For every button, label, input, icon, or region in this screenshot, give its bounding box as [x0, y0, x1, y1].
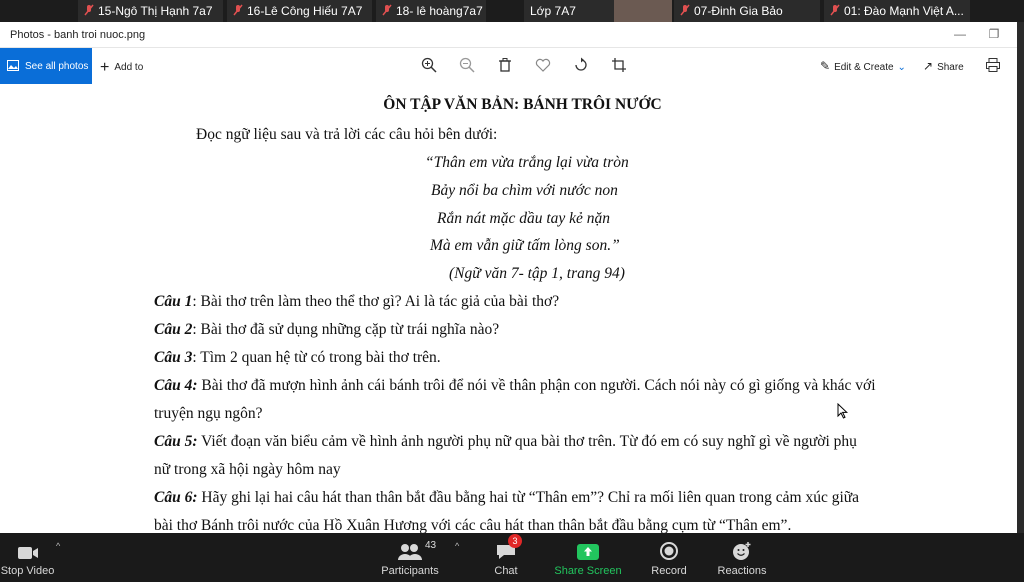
- chevron-down-icon: ⌄: [897, 62, 906, 73]
- muted-mic-icon: [680, 4, 690, 16]
- record-icon: [646, 533, 692, 561]
- muted-mic-icon: [84, 4, 94, 16]
- photos-window: Photos - banh troi nuoc.png — ❐ See all …: [0, 22, 1017, 533]
- poem-source: (Ngữ văn 7- tập 1, trang 94): [449, 265, 625, 282]
- question-label: Câu 6:: [154, 489, 198, 506]
- edit-create-button[interactable]: ✎ Edit & Create ⌄: [820, 59, 906, 73]
- share-button[interactable]: ↗ Share: [923, 59, 964, 73]
- rotate-icon[interactable]: [573, 57, 591, 75]
- question-4: Câu 4: Bài thơ đã mượn hình ảnh cái bánh…: [154, 377, 876, 395]
- question-4-continuation: truyện ngụ ngôn?: [154, 405, 263, 422]
- add-to-label: Add to: [114, 62, 144, 73]
- question-1: Câu 1: Bài thơ trên làm theo thể thơ gì?…: [154, 293, 559, 311]
- edit-create-label: Edit & Create: [834, 62, 894, 73]
- stop-video-button[interactable]: Stop Video: [0, 533, 55, 582]
- question-separator: :: [192, 293, 201, 310]
- question-text: Bài thơ trên làm theo thể thơ gì? Ai là …: [200, 293, 560, 310]
- favorite-heart-icon[interactable]: [535, 57, 553, 75]
- video-camera-icon: [0, 533, 55, 561]
- restore-button[interactable]: ❐: [984, 24, 1004, 44]
- share-screen-icon: [553, 533, 623, 561]
- poem-line: Mà em vẫn giữ tấm lòng son.”: [430, 237, 620, 254]
- muted-mic-icon: [830, 4, 840, 16]
- see-all-photos-label: See all photos: [25, 61, 89, 72]
- participant-tile[interactable]: 15-Ngô Thị Hạnh 7a7: [78, 0, 223, 22]
- chat-label: Chat: [494, 565, 518, 577]
- video-options-caret-icon[interactable]: ^: [56, 541, 60, 551]
- participants-count: 43: [425, 540, 437, 551]
- participant-name: 01: Đào Mạnh Việt A...: [844, 4, 964, 18]
- question-label: Câu 3: [154, 349, 193, 366]
- question-text: Hãy ghi lại hai câu hát than thân bắt đầ…: [201, 489, 860, 506]
- participant-name: 07-Đinh Gia Bảo: [694, 4, 783, 18]
- poem-line: “Thân em vừa trắng lại vừa tròn: [425, 154, 629, 171]
- poem-line: Rắn nát mặc dầu tay kẻ nặn: [437, 210, 611, 227]
- photos-toolbar: See all photos + Add to ✎ Edit & Create ⌄ ↗…: [0, 48, 1017, 84]
- share-label: Share: [937, 62, 964, 73]
- muted-mic-icon: [382, 4, 392, 16]
- participant-tile[interactable]: 07-Đinh Gia Bảo: [674, 0, 820, 22]
- window-title: Photos - banh troi nuoc.png: [10, 29, 146, 41]
- crop-icon[interactable]: [611, 57, 629, 75]
- right-edge: [1017, 22, 1024, 533]
- zoom-in-icon[interactable]: [421, 57, 439, 75]
- intro-text: Đọc ngữ liệu sau và trả lời các câu hỏi …: [196, 126, 498, 143]
- print-icon[interactable]: [985, 57, 1003, 75]
- reactions-button[interactable]: Reactions: [713, 533, 771, 582]
- plus-icon: +: [100, 59, 110, 76]
- question-label: Câu 2: [154, 321, 193, 338]
- participants-label: Participants: [381, 565, 439, 577]
- participant-name: 15-Ngô Thị Hạnh 7a7: [98, 4, 213, 18]
- reactions-label: Reactions: [717, 565, 767, 577]
- zoom-out-icon[interactable]: [459, 57, 477, 75]
- question-text: Tìm 2 quan hệ từ có trong bài thơ trên.: [200, 349, 441, 366]
- question-text: Viết đoạn văn biểu cảm về hình ảnh người…: [201, 433, 857, 450]
- participant-name: 18- lê hoàng7a7: [396, 4, 483, 18]
- minimize-button[interactable]: —: [950, 24, 970, 44]
- chat-unread-badge: 3: [508, 534, 522, 548]
- record-button[interactable]: Record: [646, 533, 692, 582]
- share-screen-label: Share Screen: [554, 565, 622, 577]
- question-label: Câu 1: [154, 293, 193, 310]
- participant-tile[interactable]: 16-Lê Công Hiếu 7A7: [227, 0, 372, 22]
- document-image: ÔN TẬP VĂN BẢN: BÁNH TRÔI NƯỚC Đọc ngữ l…: [0, 84, 1017, 533]
- participant-tile[interactable]: 01: Đào Mạnh Việt A...: [824, 0, 970, 22]
- question-text: Bài thơ đã sử dụng những cặp từ trái ngh…: [200, 321, 500, 338]
- see-all-photos-button[interactable]: See all photos: [0, 48, 92, 84]
- question-5-continuation: nữ trong xã hội ngày hôm nay: [154, 461, 341, 478]
- title-bar: Photos - banh troi nuoc.png — ❐: [0, 22, 1017, 48]
- participant-tile-active[interactable]: Lớp 7A7: [524, 0, 672, 22]
- question-3: Câu 3: Tìm 2 quan hệ từ có trong bài thơ…: [154, 349, 441, 367]
- reactions-smiley-icon: [713, 533, 771, 561]
- question-5: Câu 5: Viết đoạn văn biểu cảm về hình ản…: [154, 433, 857, 451]
- record-label: Record: [651, 565, 687, 577]
- document-title: ÔN TẬP VĂN BẢN: BÁNH TRÔI NƯỚC: [383, 96, 662, 113]
- photos-icon: [7, 60, 19, 74]
- participant-tile[interactable]: 18- lê hoàng7a7: [376, 0, 486, 22]
- participant-strip: 15-Ngô Thị Hạnh 7a7 16-Lê Công Hiếu 7A7 …: [0, 0, 1024, 22]
- video-thumbnail: [614, 0, 672, 22]
- share-icon: ↗: [923, 59, 934, 73]
- participant-name: Lớp 7A7: [530, 4, 576, 18]
- add-to-button[interactable]: + Add to: [100, 59, 143, 77]
- participants-options-caret-icon[interactable]: ^: [455, 541, 459, 551]
- question-2: Câu 2: Bài thơ đã sử dụng những cặp từ t…: [154, 321, 499, 339]
- stop-video-label: Stop Video: [0, 565, 55, 577]
- poem-line: Bảy nổi ba chìm với nước non: [431, 182, 618, 199]
- question-text: Bài thơ đã mượn hình ảnh cái bánh trôi đ…: [201, 377, 876, 394]
- mouse-cursor-icon: [837, 402, 849, 424]
- muted-mic-icon: [233, 4, 243, 16]
- question-6-continuation: bài thơ Bánh trôi nước của Hồ Xuân Hương…: [154, 517, 792, 533]
- meeting-controls-bar: Stop Video ^ Participants 43 ^ Chat 3 Sh…: [0, 533, 1024, 582]
- question-6: Câu 6: Hãy ghi lại hai câu hát than thân…: [154, 489, 859, 507]
- question-label: Câu 4:: [154, 377, 198, 394]
- question-label: Câu 5:: [154, 433, 198, 450]
- participant-name: 16-Lê Công Hiếu 7A7: [247, 4, 363, 18]
- edit-icon: ✎: [820, 59, 831, 73]
- share-screen-button[interactable]: Share Screen: [553, 533, 623, 582]
- delete-icon[interactable]: [497, 57, 515, 75]
- question-separator: :: [192, 321, 201, 338]
